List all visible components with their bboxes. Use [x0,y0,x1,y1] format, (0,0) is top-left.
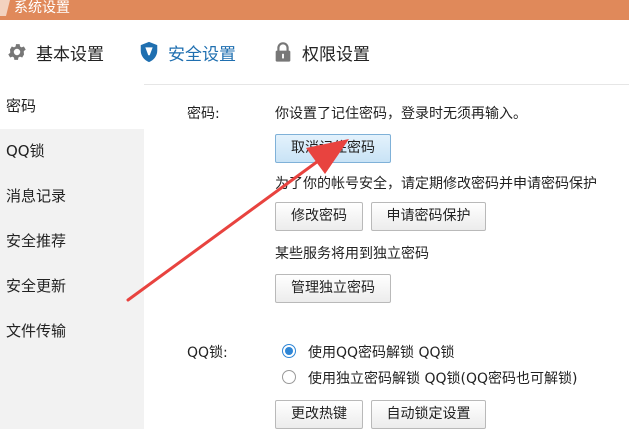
tab-permission-settings[interactable]: 权限设置 [272,20,370,84]
sidebar-item-file-transfer[interactable]: 文件传输 [0,309,144,354]
tab-basic-settings-label: 基本设置 [36,44,104,65]
app-logo-icon [0,0,10,16]
sidebar-item-security-recommend[interactable]: 安全推荐 [0,219,144,264]
sidebar-item-security-update[interactable]: 安全更新 [0,264,144,309]
gear-icon [8,44,26,60]
security-settings-panel: 密码: 你设置了记住密码，登录时无须再输入。 取消记住密码 为了你的帐号安全，请… [144,84,629,429]
qq-password-unlock-label[interactable]: 使用QQ密码解锁 QQ锁 [308,342,455,362]
manage-independent-password-button[interactable]: 管理独立密码 [275,274,391,303]
tab-security-settings[interactable]: 安全设置 [138,20,236,84]
independent-password-text: 某些服务将用到独立密码 [275,246,429,262]
apply-password-protection-button[interactable]: 申请密码保护 [371,202,486,231]
change-hotkey-button[interactable]: 更改热键 [275,400,363,429]
qq-password-unlock-radio[interactable] [282,344,296,358]
settings-tab-bar: 基本设置 安全设置 权限设置 [0,20,629,85]
sidebar-item-password[interactable]: 密码 [0,84,144,129]
tab-permission-settings-label: 权限设置 [302,44,370,65]
lock-icon [275,42,291,62]
sidebar-item-message-history[interactable]: 消息记录 [0,174,144,219]
password-section-label: 密码: [187,106,220,122]
remembered-password-text: 你设置了记住密码，登录时无须再输入。 [275,106,527,122]
qq-lock-section-label: QQ锁: [187,345,228,361]
change-password-button[interactable]: 修改密码 [275,202,363,231]
title-bar: 系统设置 [0,0,629,20]
settings-sidebar: 密码 QQ锁 消息记录 安全推荐 安全更新 文件传输 [0,84,144,429]
independent-password-unlock-label[interactable]: 使用独立密码解锁 QQ锁(QQ密码也可解锁) [308,368,577,388]
window-title: 系统设置 [14,0,70,16]
tab-security-settings-label: 安全设置 [168,44,236,65]
independent-password-unlock-radio[interactable] [282,370,296,384]
shield-icon [140,41,158,63]
sidebar-item-qq-lock[interactable]: QQ锁 [0,129,144,174]
auto-lock-settings-button[interactable]: 自动锁定设置 [371,400,486,429]
cancel-remember-password-button[interactable]: 取消记住密码 [275,134,391,163]
tab-basic-settings[interactable]: 基本设置 [6,20,104,84]
password-security-tip: 为了你的帐号安全，请定期修改密码并申请密码保护 [275,176,597,192]
